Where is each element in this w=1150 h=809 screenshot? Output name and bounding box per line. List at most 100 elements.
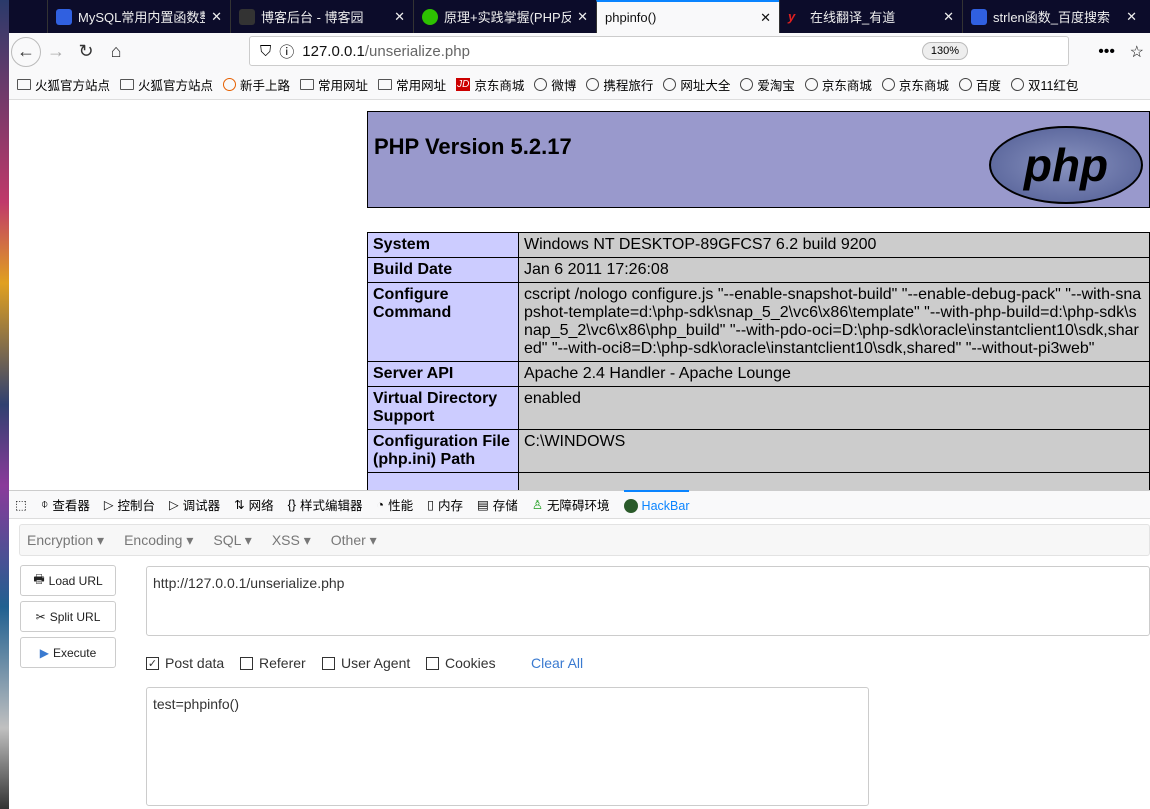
- tab-network[interactable]: ⇅ 网络: [234, 495, 274, 514]
- wechat-icon: [422, 8, 438, 25]
- folder-icon: [300, 79, 315, 90]
- table-row: Build Date Jan 6 2011 17:26:08: [367, 257, 1150, 283]
- play-icon: ▶: [39, 645, 49, 660]
- globe-icon: [740, 78, 754, 91]
- url-textarea[interactable]: http://127.0.0.1/unserialize.php: [146, 566, 1150, 636]
- clear-all-link[interactable]: Clear All: [531, 655, 583, 671]
- bookmark[interactable]: 双11红包: [1010, 75, 1078, 94]
- close-icon[interactable]: ✕: [394, 9, 405, 25]
- split-url-button[interactable]: ✂ Split URL: [20, 601, 116, 632]
- bookmarks-bar: 火狐官方站点 火狐官方站点 新手上路 常用网址 常用网址 JD 京东商城 微博 携…: [9, 70, 1150, 100]
- user-agent-checkbox[interactable]: User Agent: [322, 655, 410, 671]
- bookmark[interactable]: 火狐官方站点: [17, 75, 110, 94]
- baidu-icon: [56, 8, 72, 25]
- bookmark[interactable]: 常用网址: [378, 75, 446, 94]
- table-row: Configuration File (php.ini) Path C:\WIND…: [367, 429, 1150, 473]
- folder-icon: [378, 79, 393, 90]
- jd-icon: JD: [456, 78, 471, 91]
- tab[interactable]: strlen函数_百度搜索 ✕: [962, 0, 1145, 33]
- bookmark[interactable]: 携程旅行: [586, 75, 653, 94]
- bookmark[interactable]: 网址大全: [663, 75, 730, 94]
- menu-other[interactable]: Other ▾: [331, 532, 377, 549]
- forward-icon[interactable]: →: [41, 37, 71, 67]
- tab-active[interactable]: phpinfo() ✕: [596, 0, 779, 33]
- tab[interactable]: y 在线翻译_有道 ✕: [779, 0, 962, 33]
- tab-storage[interactable]: ▤ 存储: [477, 495, 518, 514]
- close-icon[interactable]: ✕: [1126, 9, 1137, 25]
- tab-performance[interactable]: ◔ 性能: [377, 495, 414, 514]
- bookmark[interactable]: 京东商城: [804, 75, 872, 94]
- php-header: PHP Version 5.2.17 php: [367, 111, 1150, 208]
- star-icon[interactable]: ☆: [1130, 42, 1144, 62]
- tab-style-editor[interactable]: {} 样式编辑器: [288, 495, 363, 514]
- menu-xss[interactable]: XSS ▾: [272, 532, 311, 549]
- reload-icon[interactable]: ↻: [71, 37, 101, 67]
- load-url-button[interactable]: 🖶 Load URL: [20, 565, 116, 596]
- tab-console[interactable]: ▷ 控制台: [104, 495, 155, 514]
- hackbar-panel: Encryption ▾ Encoding ▾ SQL ▾ XSS ▾ Othe…: [9, 519, 1150, 809]
- phpinfo-table: System Windows NT DESKTOP-89GFCS7 6.2 bui…: [367, 232, 1150, 490]
- hackbar-icon: [623, 498, 638, 513]
- zoom-level[interactable]: 130%: [921, 42, 968, 60]
- close-icon[interactable]: ✕: [211, 9, 222, 25]
- close-icon[interactable]: ✕: [760, 10, 771, 26]
- youdao-icon: y: [788, 8, 796, 24]
- folder-icon: [17, 79, 31, 90]
- post-data-textarea[interactable]: test=phpinfo(): [146, 687, 869, 806]
- nav-bar: ← → ↻ ⌂ ⛉ ⓘ 127.0.0.1/unserialize.php 130…: [9, 33, 1150, 70]
- tab[interactable]: MySQL常用内置函数整 ✕: [47, 0, 230, 33]
- tab[interactable]: 原理+实践掌握(PHP反 ✕: [413, 0, 596, 33]
- table-row: Server API Apache 2.4 Handler - Apache Lo…: [367, 361, 1150, 387]
- page-content: PHP Version 5.2.17 php System Windows NT …: [9, 100, 1150, 490]
- table-row: [367, 472, 1150, 490]
- bookmark[interactable]: 微博: [534, 75, 576, 94]
- picker-icon[interactable]: ⬚: [15, 497, 27, 512]
- execute-button[interactable]: ▶ Execute: [20, 637, 116, 668]
- cookies-checkbox[interactable]: Cookies: [426, 655, 496, 671]
- back-icon[interactable]: ←: [11, 36, 41, 67]
- globe-icon: [804, 78, 818, 91]
- globe-icon: [663, 78, 677, 91]
- bookmark[interactable]: 火狐官方站点: [120, 75, 213, 94]
- referer-checkbox[interactable]: Referer: [240, 655, 306, 671]
- tab-debugger[interactable]: ▷ 调试器: [169, 495, 220, 514]
- devtools-toolbar: ⬚ ⌽ 查看器 ▷ 控制台 ▷ 调试器 ⇅ 网络 {} 样式编辑器 ◔ 性能 ▯ 内存 ▤ 存储…: [9, 490, 1150, 519]
- tab-hackbar[interactable]: HackBar: [623, 490, 690, 519]
- scissors-icon: ✂: [35, 609, 46, 624]
- menu-encryption[interactable]: Encryption ▾: [27, 532, 104, 549]
- hackbar-menu: Encryption ▾ Encoding ▾ SQL ▾ XSS ▾ Othe…: [19, 524, 1150, 556]
- tab[interactable]: 博客后台 - 博客园 ✕: [230, 0, 413, 33]
- post-data-checkbox[interactable]: ✓ Post data: [146, 655, 224, 671]
- tab-inspector[interactable]: ⌽ 查看器: [41, 495, 90, 514]
- url-bar[interactable]: ⛉ ⓘ 127.0.0.1/unserialize.php 130%: [249, 36, 1069, 66]
- cnblogs-icon: [239, 8, 255, 25]
- load-icon: 🖶: [33, 572, 45, 586]
- tab-bar: MySQL常用内置函数整 ✕ 博客后台 - 博客园 ✕ 原理+实践掌握(PHP反 ✕ …: [9, 0, 1150, 33]
- desktop-edge: [0, 0, 9, 809]
- page-title: PHP Version 5.2.17: [374, 134, 572, 159]
- close-icon[interactable]: ✕: [577, 9, 588, 25]
- menu-dots-icon[interactable]: •••: [1098, 43, 1115, 61]
- globe-icon: [958, 78, 972, 91]
- globe-icon: [586, 78, 600, 91]
- bookmark[interactable]: 百度: [958, 75, 1001, 94]
- menu-encoding[interactable]: Encoding ▾: [124, 532, 193, 549]
- php-logo: php: [989, 126, 1143, 204]
- home-icon[interactable]: ⌂: [101, 37, 131, 67]
- globe-icon: [1010, 78, 1024, 91]
- folder-icon: [120, 79, 135, 90]
- bookmark[interactable]: JD 京东商城: [456, 75, 524, 94]
- tab-memory[interactable]: ▯ 内存: [427, 495, 463, 514]
- shield-icon: ⛉: [260, 42, 272, 60]
- baidu-icon: [971, 8, 987, 25]
- bookmark[interactable]: 新手上路: [223, 75, 290, 94]
- bookmark[interactable]: 常用网址: [300, 75, 368, 94]
- table-row: System Windows NT DESKTOP-89GFCS7 6.2 bui…: [367, 232, 1150, 258]
- menu-sql[interactable]: SQL ▾: [213, 532, 251, 549]
- tab-accessibility[interactable]: ♙ 无障碍环境: [532, 495, 610, 514]
- close-icon[interactable]: ✕: [943, 9, 954, 25]
- table-row: Virtual Directory Support enabled: [367, 386, 1150, 430]
- bookmark[interactable]: 爱淘宝: [740, 75, 795, 94]
- firefox-icon: [223, 78, 237, 91]
- bookmark[interactable]: 京东商城: [881, 75, 949, 94]
